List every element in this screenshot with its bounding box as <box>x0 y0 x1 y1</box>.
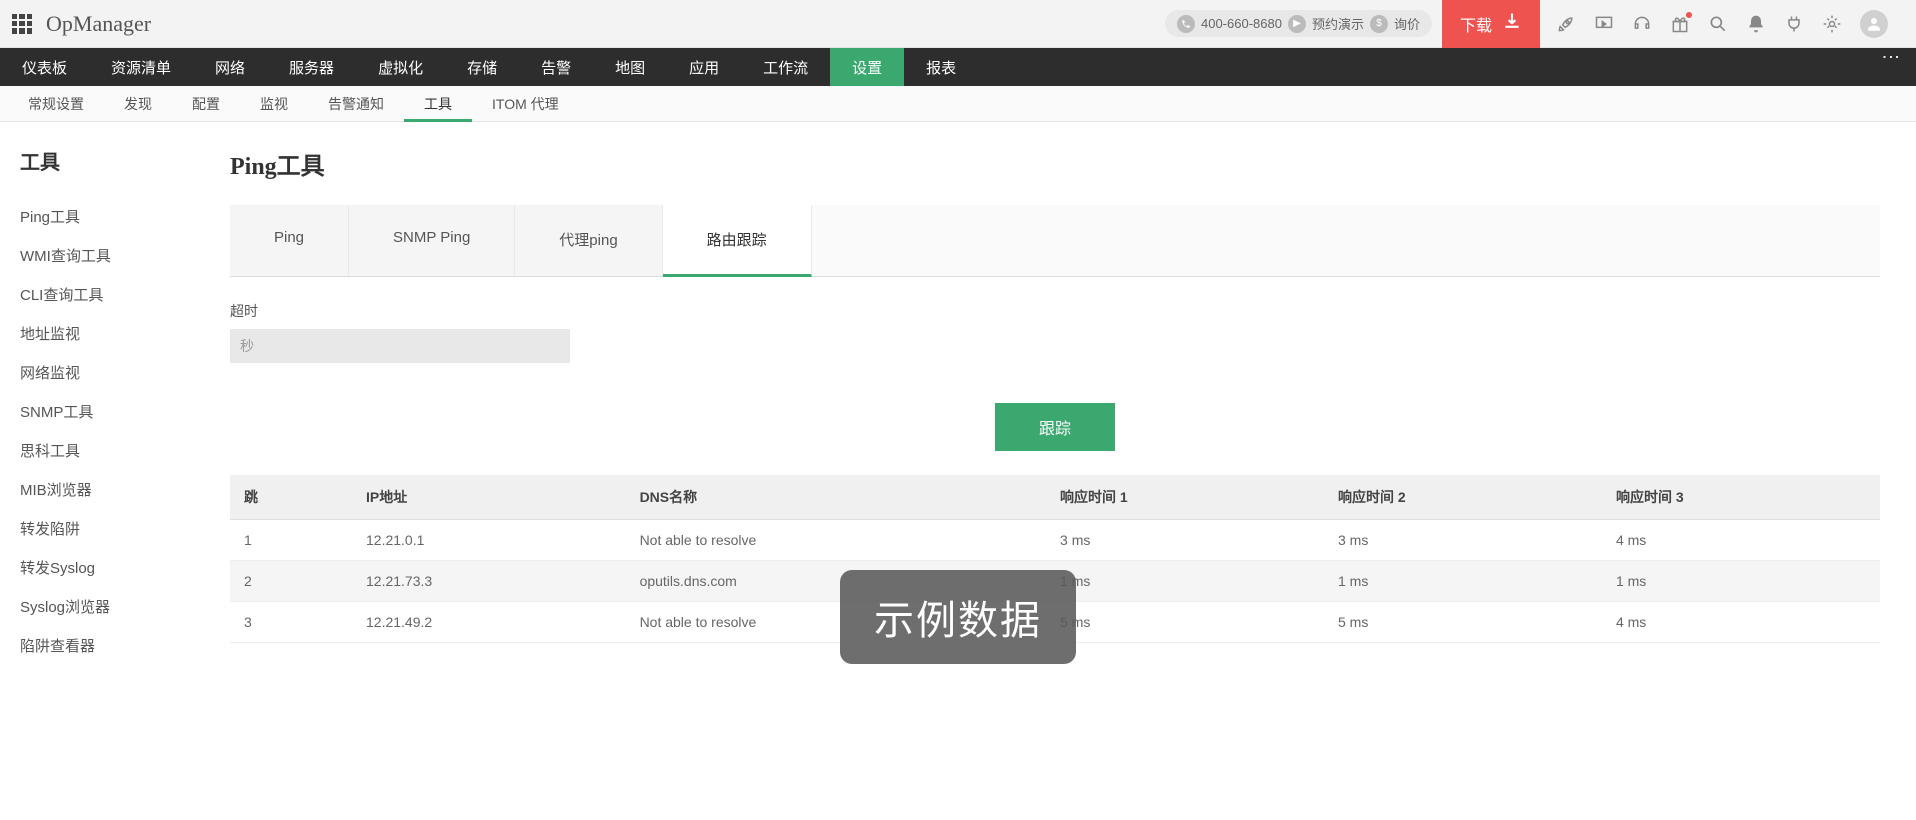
timeout-input[interactable] <box>230 329 570 363</box>
demo-label: 预约演示 <box>1312 14 1364 33</box>
col-header-5: 响应时间 3 <box>1602 475 1880 520</box>
plug-icon[interactable] <box>1784 14 1804 34</box>
main-nav-item-0[interactable]: 仪表板 <box>0 48 89 86</box>
download-icon <box>1502 11 1522 36</box>
main-nav-item-10[interactable]: 设置 <box>830 48 904 86</box>
col-header-3: 响应时间 1 <box>1046 475 1324 520</box>
main-nav-item-9[interactable]: 工作流 <box>741 48 830 86</box>
col-header-4: 响应时间 2 <box>1324 475 1602 520</box>
tab-2[interactable]: 代理ping <box>515 205 662 276</box>
timeout-label: 超时 <box>230 301 1880 321</box>
cell-1-5: 1 ms <box>1602 561 1880 602</box>
brand-title: OpManager <box>46 11 151 37</box>
tool-tabs: PingSNMP Ping代理ping路由跟踪 <box>230 205 1880 277</box>
download-label: 下载 <box>1460 12 1492 36</box>
quote-label: 询价 <box>1394 14 1420 33</box>
cell-0-3: 3 ms <box>1046 520 1324 561</box>
content-area: Ping工具 PingSNMP Ping代理ping路由跟踪 超时 跟踪 跳IP… <box>230 122 1916 689</box>
main-nav-more-icon[interactable]: ⋮ <box>1866 48 1916 86</box>
cell-2-4: 5 ms <box>1324 602 1602 643</box>
main-nav-item-1[interactable]: 资源清单 <box>89 48 193 86</box>
sidebar-item-9[interactable]: 转发Syslog <box>20 548 210 587</box>
sub-nav-item-3[interactable]: 监视 <box>240 86 308 121</box>
sidebar-item-6[interactable]: 思科工具 <box>20 431 210 470</box>
cell-1-2: oputils.dns.com <box>626 561 1046 602</box>
cell-0-2: Not able to resolve <box>626 520 1046 561</box>
sidebar-item-3[interactable]: 地址监视 <box>20 314 210 353</box>
tab-0[interactable]: Ping <box>230 205 349 276</box>
cell-0-4: 3 ms <box>1324 520 1602 561</box>
cell-2-0: 3 <box>230 602 352 643</box>
col-header-0: 跳 <box>230 475 352 520</box>
main-nav: 仪表板资源清单网络服务器虚拟化存储告警地图应用工作流设置报表 ⋮ <box>0 48 1916 86</box>
gear-icon[interactable] <box>1822 14 1842 34</box>
cell-2-5: 4 ms <box>1602 602 1880 643</box>
presentation-icon[interactable] <box>1594 14 1614 34</box>
sidebar-item-1[interactable]: WMI查询工具 <box>20 236 210 275</box>
sub-nav: 常规设置发现配置监视告警通知工具ITOM 代理 <box>0 86 1916 122</box>
cell-1-1: 12.21.73.3 <box>352 561 626 602</box>
sidebar-item-4[interactable]: 网络监视 <box>20 353 210 392</box>
sub-nav-item-1[interactable]: 发现 <box>104 86 172 121</box>
sidebar-item-5[interactable]: SNMP工具 <box>20 392 210 431</box>
col-header-1: IP地址 <box>352 475 626 520</box>
results-table: 跳IP地址DNS名称响应时间 1响应时间 2响应时间 3 112.21.0.1N… <box>230 475 1880 643</box>
search-icon[interactable] <box>1708 14 1728 34</box>
cell-0-0: 1 <box>230 520 352 561</box>
page-title: Ping工具 <box>230 146 1880 181</box>
col-header-2: DNS名称 <box>626 475 1046 520</box>
main-nav-item-8[interactable]: 应用 <box>667 48 741 86</box>
rocket-icon[interactable] <box>1556 14 1576 34</box>
bell-icon[interactable] <box>1746 14 1766 34</box>
main-nav-item-7[interactable]: 地图 <box>593 48 667 86</box>
main-nav-item-3[interactable]: 服务器 <box>267 48 356 86</box>
table-row: 312.21.49.2Not able to resolve5 ms5 ms4 … <box>230 602 1880 643</box>
table-row: 112.21.0.1Not able to resolve3 ms3 ms4 m… <box>230 520 1880 561</box>
main-nav-item-6[interactable]: 告警 <box>519 48 593 86</box>
top-bar: OpManager 400-660-8680 ▶ 预约演示 $ 询价 下载 <box>0 0 1916 48</box>
download-button[interactable]: 下载 <box>1442 0 1540 48</box>
trace-button[interactable]: 跟踪 <box>995 403 1115 451</box>
table-row: 212.21.73.3oputils.dns.com1 ms1 ms1 ms <box>230 561 1880 602</box>
sub-nav-item-5[interactable]: 工具 <box>404 86 472 121</box>
apps-grid-icon[interactable] <box>12 14 32 34</box>
main-nav-item-2[interactable]: 网络 <box>193 48 267 86</box>
sidebar: 工具 Ping工具WMI查询工具CLI查询工具地址监视网络监视SNMP工具思科工… <box>0 122 230 689</box>
timeout-row: 超时 <box>230 301 1880 363</box>
gift-icon[interactable] <box>1670 14 1690 34</box>
cell-0-1: 12.21.0.1 <box>352 520 626 561</box>
main-nav-item-5[interactable]: 存储 <box>445 48 519 86</box>
main-nav-item-11[interactable]: 报表 <box>904 48 978 86</box>
tab-3[interactable]: 路由跟踪 <box>663 205 812 277</box>
cell-1-0: 2 <box>230 561 352 602</box>
sidebar-item-11[interactable]: 陷阱查看器 <box>20 626 210 665</box>
sub-nav-item-4[interactable]: 告警通知 <box>308 86 404 121</box>
headset-icon[interactable] <box>1632 14 1652 34</box>
cell-2-3: 5 ms <box>1046 602 1324 643</box>
sub-nav-item-2[interactable]: 配置 <box>172 86 240 121</box>
sidebar-item-0[interactable]: Ping工具 <box>20 197 210 236</box>
sub-nav-item-0[interactable]: 常规设置 <box>8 86 104 121</box>
top-contact-pill[interactable]: 400-660-8680 ▶ 预约演示 $ 询价 <box>1165 10 1432 37</box>
play-icon: ▶ <box>1288 15 1306 33</box>
cell-0-5: 4 ms <box>1602 520 1880 561</box>
cell-1-4: 1 ms <box>1324 561 1602 602</box>
sidebar-title: 工具 <box>20 146 210 175</box>
sidebar-item-10[interactable]: Syslog浏览器 <box>20 587 210 626</box>
main-nav-item-4[interactable]: 虚拟化 <box>356 48 445 86</box>
sidebar-item-8[interactable]: 转发陷阱 <box>20 509 210 548</box>
phone-icon <box>1177 15 1195 33</box>
top-icon-bar <box>1540 10 1904 38</box>
cell-2-1: 12.21.49.2 <box>352 602 626 643</box>
sidebar-item-7[interactable]: MIB浏览器 <box>20 470 210 509</box>
dollar-icon: $ <box>1370 15 1388 33</box>
cell-2-2: Not able to resolve <box>626 602 1046 643</box>
user-avatar[interactable] <box>1860 10 1888 38</box>
phone-number: 400-660-8680 <box>1201 16 1282 31</box>
tab-1[interactable]: SNMP Ping <box>349 205 515 276</box>
sub-nav-item-6[interactable]: ITOM 代理 <box>472 86 579 121</box>
cell-1-3: 1 ms <box>1046 561 1324 602</box>
sidebar-item-2[interactable]: CLI查询工具 <box>20 275 210 314</box>
